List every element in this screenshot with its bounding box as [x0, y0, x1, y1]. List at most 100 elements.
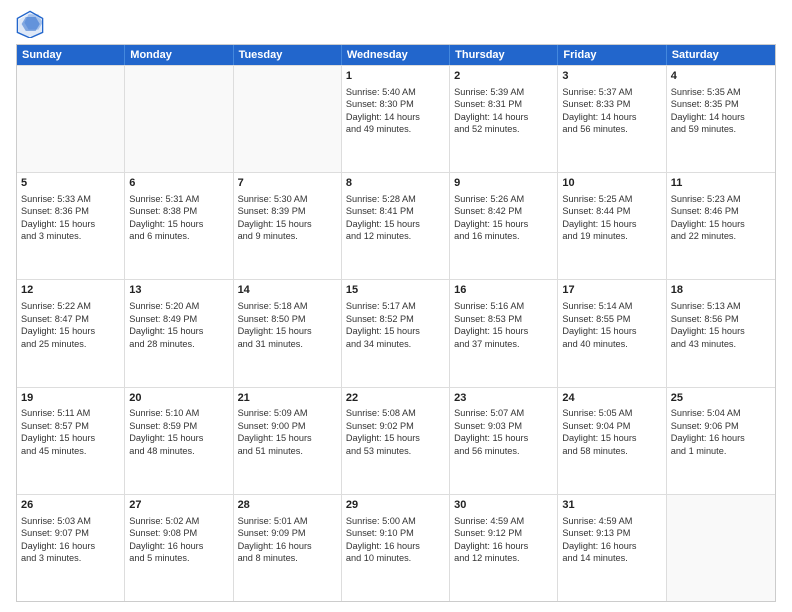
day-number: 27: [129, 498, 228, 513]
day-cell-7: 7Sunrise: 5:30 AMSunset: 8:39 PMDaylight…: [234, 173, 342, 279]
day-info-line: Sunrise: 5:14 AM: [562, 300, 661, 312]
day-number: 18: [671, 283, 771, 298]
day-number: 9: [454, 176, 553, 191]
day-info-line: Sunrise: 5:01 AM: [238, 515, 337, 527]
day-info-line: Daylight: 15 hours: [238, 325, 337, 337]
day-info-line: Daylight: 15 hours: [562, 325, 661, 337]
day-number: 10: [562, 176, 661, 191]
day-info-line: Daylight: 15 hours: [129, 218, 228, 230]
calendar-header: SundayMondayTuesdayWednesdayThursdayFrid…: [17, 45, 775, 65]
day-info-line: Sunset: 9:07 PM: [21, 527, 120, 539]
day-number: 12: [21, 283, 120, 298]
day-info-line: and 31 minutes.: [238, 338, 337, 350]
day-info-line: and 22 minutes.: [671, 230, 771, 242]
day-cell-29: 29Sunrise: 5:00 AMSunset: 9:10 PMDayligh…: [342, 495, 450, 601]
day-info-line: Sunset: 9:08 PM: [129, 527, 228, 539]
day-info-line: Sunrise: 5:26 AM: [454, 193, 553, 205]
day-number: 5: [21, 176, 120, 191]
day-info-line: Daylight: 14 hours: [562, 111, 661, 123]
calendar-row: 1Sunrise: 5:40 AMSunset: 8:30 PMDaylight…: [17, 65, 775, 172]
day-cell-11: 11Sunrise: 5:23 AMSunset: 8:46 PMDayligh…: [667, 173, 775, 279]
day-info-line: Daylight: 15 hours: [238, 432, 337, 444]
day-info-line: Sunrise: 5:28 AM: [346, 193, 445, 205]
day-number: 3: [562, 69, 661, 84]
day-number: 14: [238, 283, 337, 298]
day-info-line: Daylight: 15 hours: [454, 218, 553, 230]
day-info-line: Daylight: 15 hours: [346, 218, 445, 230]
day-info-line: Sunset: 8:50 PM: [238, 313, 337, 325]
day-number: 16: [454, 283, 553, 298]
day-info-line: Sunset: 8:42 PM: [454, 205, 553, 217]
day-number: 11: [671, 176, 771, 191]
day-cell-14: 14Sunrise: 5:18 AMSunset: 8:50 PMDayligh…: [234, 280, 342, 386]
day-info-line: and 16 minutes.: [454, 230, 553, 242]
day-number: 8: [346, 176, 445, 191]
calendar-row: 5Sunrise: 5:33 AMSunset: 8:36 PMDaylight…: [17, 172, 775, 279]
day-info-line: Daylight: 15 hours: [562, 432, 661, 444]
day-info-line: and 19 minutes.: [562, 230, 661, 242]
day-info-line: and 25 minutes.: [21, 338, 120, 350]
day-info-line: Sunrise: 5:16 AM: [454, 300, 553, 312]
day-info-line: Sunset: 9:02 PM: [346, 420, 445, 432]
day-info-line: and 8 minutes.: [238, 552, 337, 564]
day-number: 19: [21, 391, 120, 406]
page: SundayMondayTuesdayWednesdayThursdayFrid…: [0, 0, 792, 612]
day-number: 28: [238, 498, 337, 513]
day-cell-4: 4Sunrise: 5:35 AMSunset: 8:35 PMDaylight…: [667, 66, 775, 172]
day-info-line: Sunrise: 5:10 AM: [129, 407, 228, 419]
day-cell-21: 21Sunrise: 5:09 AMSunset: 9:00 PMDayligh…: [234, 388, 342, 494]
day-info-line: Daylight: 15 hours: [21, 432, 120, 444]
header-cell-sunday: Sunday: [17, 45, 125, 65]
day-info-line: Daylight: 14 hours: [346, 111, 445, 123]
day-info-line: Sunset: 8:38 PM: [129, 205, 228, 217]
day-cell-19: 19Sunrise: 5:11 AMSunset: 8:57 PMDayligh…: [17, 388, 125, 494]
day-info-line: and 56 minutes.: [562, 123, 661, 135]
day-info-line: and 45 minutes.: [21, 445, 120, 457]
day-info-line: Sunrise: 5:11 AM: [21, 407, 120, 419]
day-cell-5: 5Sunrise: 5:33 AMSunset: 8:36 PMDaylight…: [17, 173, 125, 279]
day-info-line: Sunrise: 5:05 AM: [562, 407, 661, 419]
day-info-line: Sunset: 8:35 PM: [671, 98, 771, 110]
header-cell-thursday: Thursday: [450, 45, 558, 65]
day-info-line: Daylight: 15 hours: [129, 432, 228, 444]
day-info-line: Sunrise: 5:33 AM: [21, 193, 120, 205]
day-info-line: and 5 minutes.: [129, 552, 228, 564]
day-info-line: Sunrise: 5:13 AM: [671, 300, 771, 312]
empty-cell: [234, 66, 342, 172]
day-cell-12: 12Sunrise: 5:22 AMSunset: 8:47 PMDayligh…: [17, 280, 125, 386]
day-cell-13: 13Sunrise: 5:20 AMSunset: 8:49 PMDayligh…: [125, 280, 233, 386]
day-number: 2: [454, 69, 553, 84]
day-info-line: and 48 minutes.: [129, 445, 228, 457]
day-info-line: Sunset: 8:46 PM: [671, 205, 771, 217]
day-cell-24: 24Sunrise: 5:05 AMSunset: 9:04 PMDayligh…: [558, 388, 666, 494]
day-info-line: and 14 minutes.: [562, 552, 661, 564]
day-info-line: and 40 minutes.: [562, 338, 661, 350]
day-info-line: Sunrise: 5:20 AM: [129, 300, 228, 312]
day-info-line: and 28 minutes.: [129, 338, 228, 350]
day-info-line: and 9 minutes.: [238, 230, 337, 242]
day-info-line: Sunset: 8:56 PM: [671, 313, 771, 325]
day-info-line: Sunrise: 5:04 AM: [671, 407, 771, 419]
day-info-line: and 51 minutes.: [238, 445, 337, 457]
day-number: 13: [129, 283, 228, 298]
day-info-line: Sunset: 9:06 PM: [671, 420, 771, 432]
day-info-line: Daylight: 14 hours: [671, 111, 771, 123]
day-info-line: Sunset: 8:53 PM: [454, 313, 553, 325]
day-cell-15: 15Sunrise: 5:17 AMSunset: 8:52 PMDayligh…: [342, 280, 450, 386]
day-info-line: Sunset: 8:31 PM: [454, 98, 553, 110]
day-info-line: Daylight: 14 hours: [454, 111, 553, 123]
day-info-line: Daylight: 16 hours: [238, 540, 337, 552]
day-info-line: Sunset: 9:04 PM: [562, 420, 661, 432]
day-info-line: Sunrise: 5:39 AM: [454, 86, 553, 98]
day-number: 6: [129, 176, 228, 191]
day-info-line: Daylight: 15 hours: [454, 325, 553, 337]
day-cell-27: 27Sunrise: 5:02 AMSunset: 9:08 PMDayligh…: [125, 495, 233, 601]
day-info-line: Daylight: 15 hours: [346, 325, 445, 337]
day-info-line: Sunrise: 5:02 AM: [129, 515, 228, 527]
day-info-line: and 52 minutes.: [454, 123, 553, 135]
day-info-line: and 43 minutes.: [671, 338, 771, 350]
day-number: 30: [454, 498, 553, 513]
day-number: 17: [562, 283, 661, 298]
day-info-line: and 10 minutes.: [346, 552, 445, 564]
day-info-line: Sunset: 9:03 PM: [454, 420, 553, 432]
